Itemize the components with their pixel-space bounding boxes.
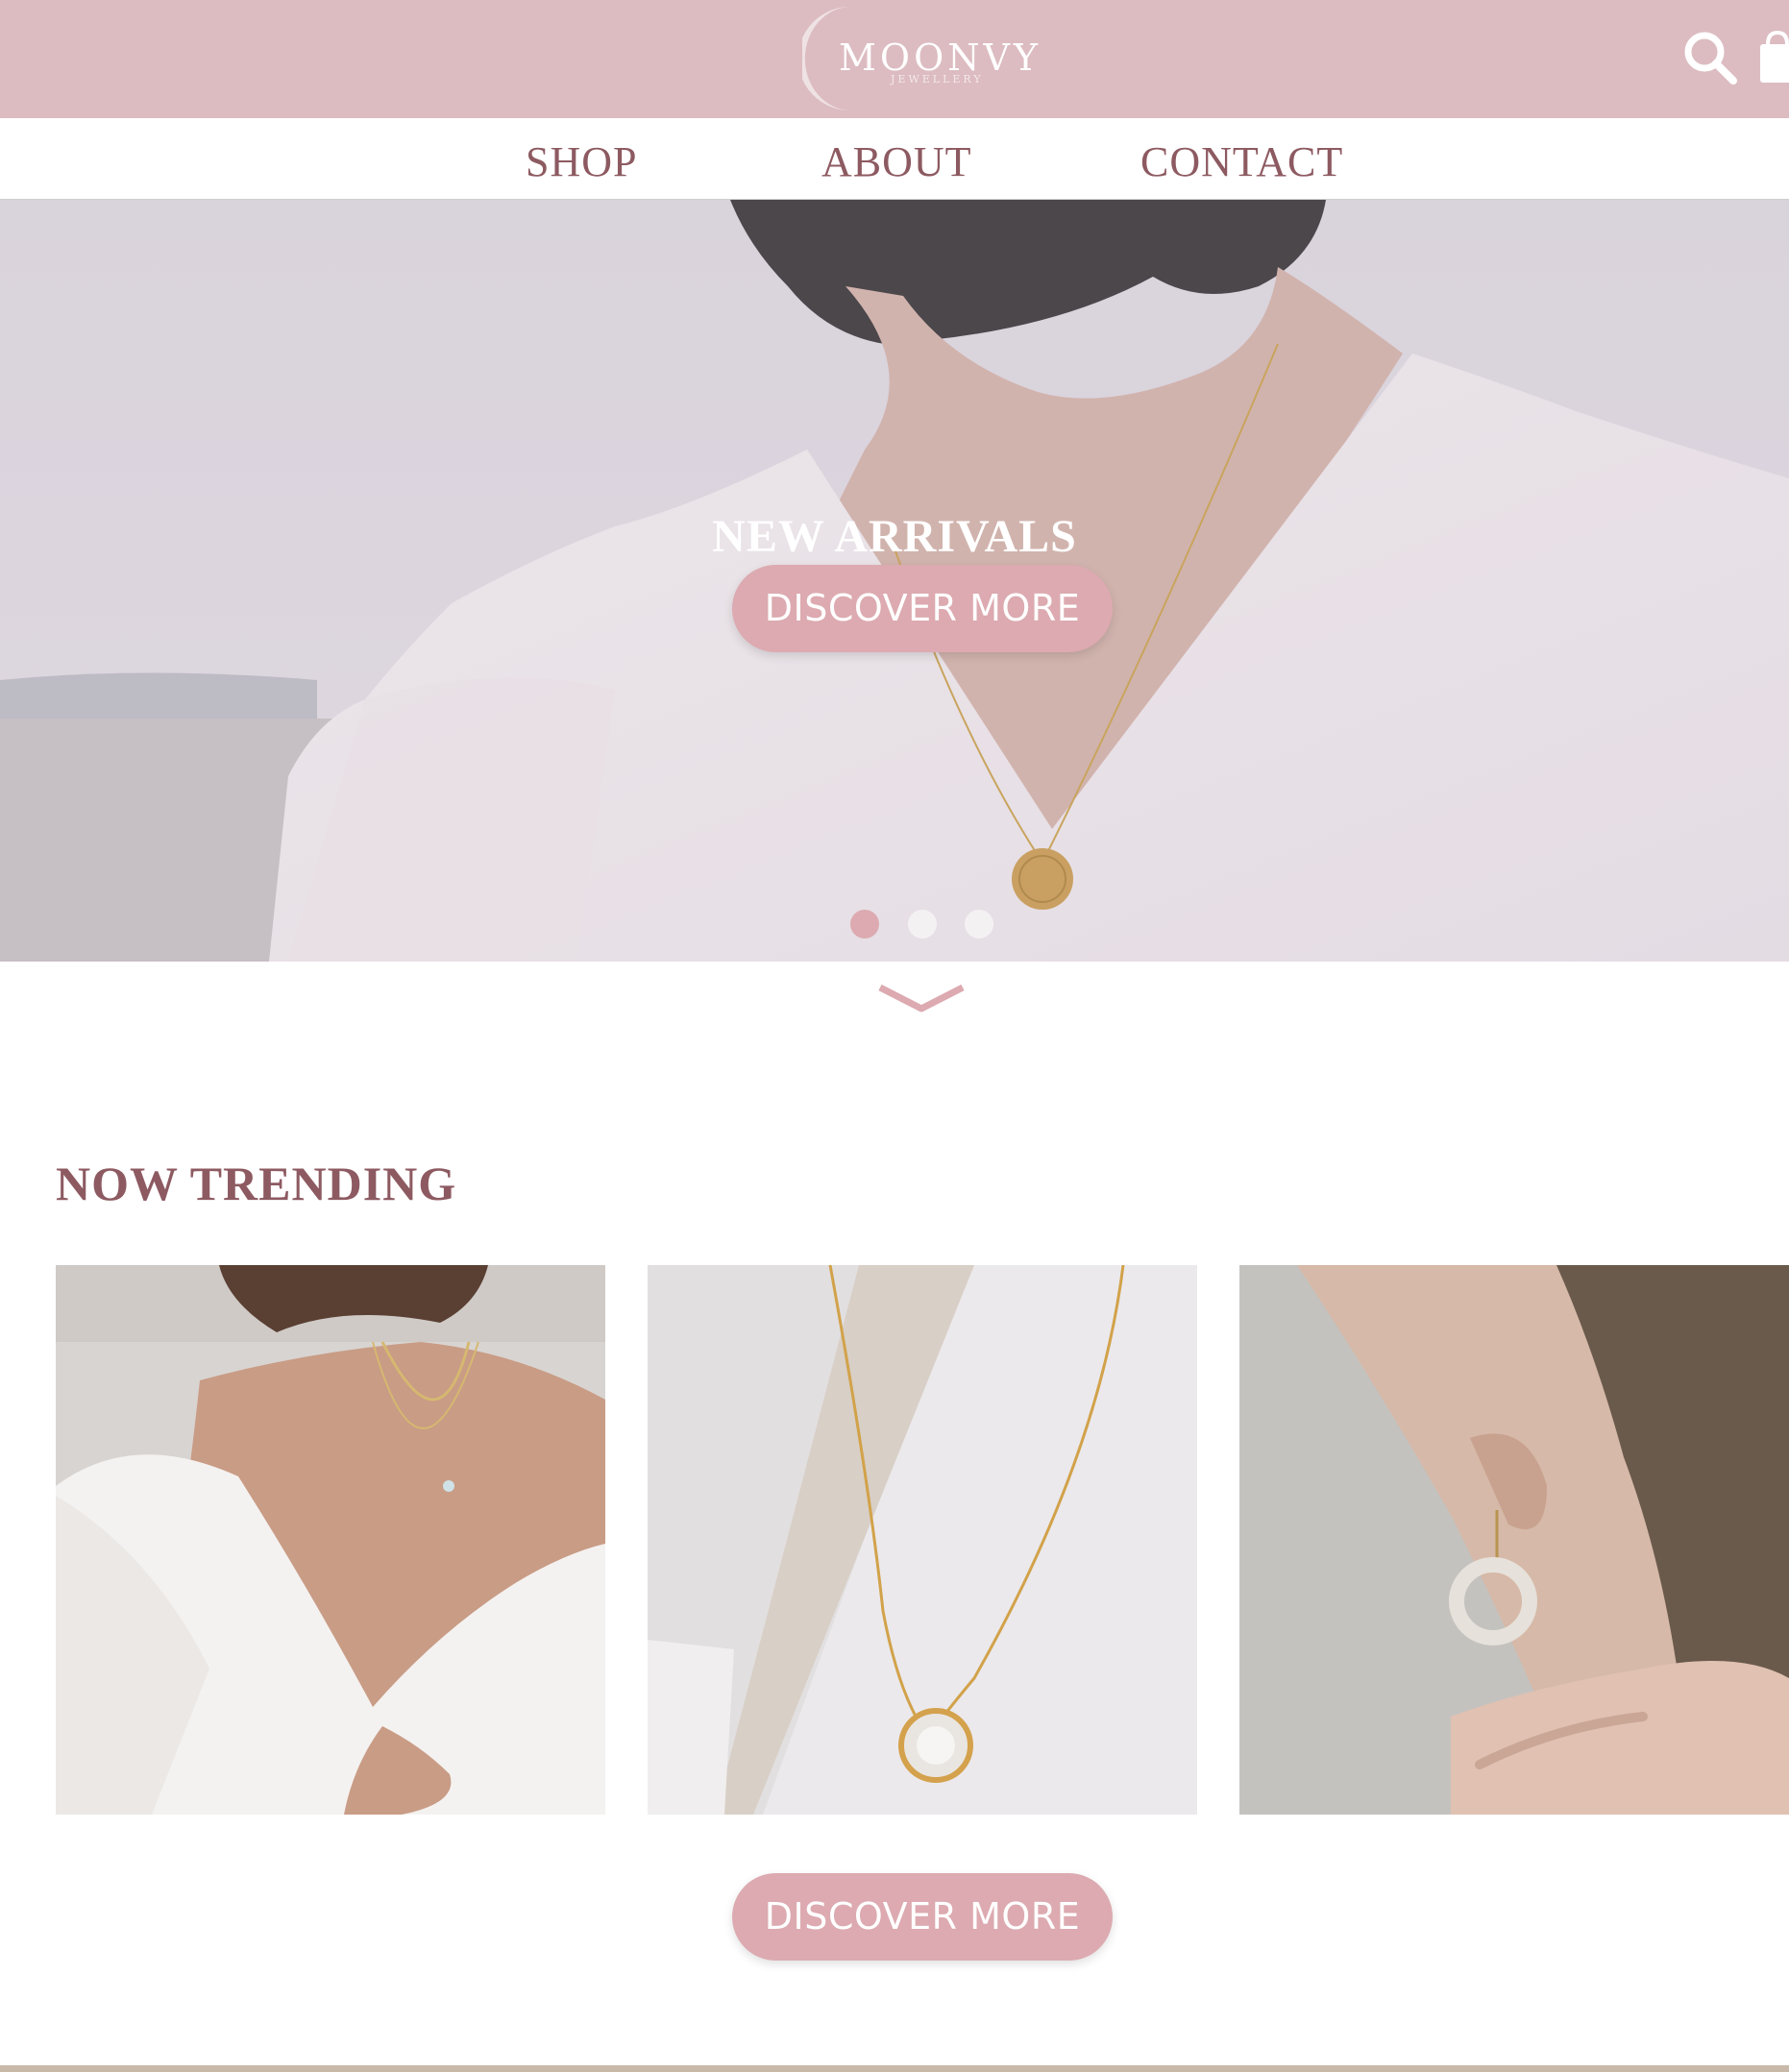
product-image[interactable] [1239, 1265, 1789, 1815]
slide-dot-3[interactable] [965, 910, 993, 938]
nav-item-shop[interactable]: SHOP [526, 137, 638, 186]
search-icon[interactable] [1681, 29, 1739, 86]
section-title: NOW TRENDING [56, 1157, 457, 1210]
nav-item-contact[interactable]: CONTACT [1140, 137, 1343, 186]
product-card[interactable] [1239, 1265, 1789, 1815]
main-nav: SHOP ABOUT CONTACT [0, 118, 1789, 200]
site-header: MOONVY JEWELLERY [0, 0, 1789, 118]
chevron-down-icon[interactable] [876, 982, 967, 1016]
shopping-bag-icon[interactable] [1756, 29, 1789, 86]
product-image[interactable] [648, 1265, 1197, 1815]
slide-dot-2[interactable] [908, 910, 937, 938]
trending-discover-more-button[interactable]: DISCOVER MORE [732, 1873, 1113, 1961]
brand-logo[interactable]: MOONVY JEWELLERY [802, 4, 1038, 114]
brand-tagline: JEWELLERY [891, 73, 984, 85]
hero-title: NEW ARRIVALS [712, 511, 1077, 562]
nav-item-about[interactable]: ABOUT [821, 137, 972, 186]
product-card[interactable] [648, 1265, 1197, 1815]
next-section-edge [0, 2065, 1789, 2072]
product-image[interactable] [56, 1265, 605, 1815]
hero-discover-more-button[interactable]: DISCOVER MORE [732, 565, 1113, 652]
slide-dot-1[interactable] [850, 910, 879, 938]
product-card[interactable] [56, 1265, 605, 1815]
hero-banner: NEW ARRIVALS DISCOVER MORE [0, 200, 1789, 962]
